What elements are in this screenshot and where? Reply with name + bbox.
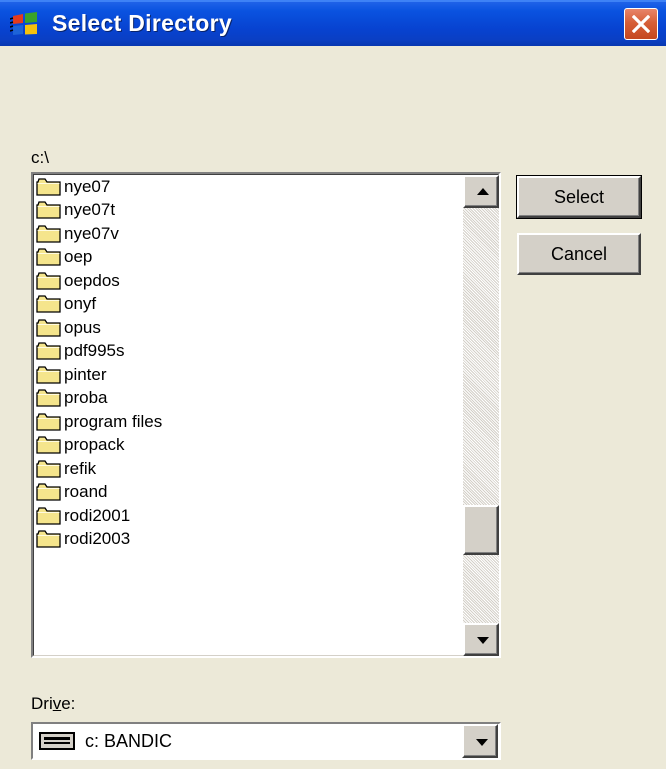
windows-flag-icon	[10, 12, 37, 35]
directory-list: nye07 nye07t nye07v oep oepdos onyf opus pdf995…	[36, 175, 461, 551]
vertical-scrollbar[interactable]	[463, 175, 499, 656]
directory-item[interactable]: onyf	[36, 293, 461, 317]
scroll-up-arrow-icon	[477, 188, 489, 195]
directory-name: oep	[64, 247, 93, 267]
directory-item[interactable]: propack	[36, 434, 461, 458]
directory-name: nye07v	[64, 223, 119, 243]
directory-name: oepdos	[64, 270, 120, 290]
folder-icon	[36, 530, 61, 548]
directory-name: nye07	[64, 176, 111, 196]
folder-icon	[36, 366, 61, 384]
folder-icon	[36, 225, 61, 243]
folder-icon	[36, 389, 61, 407]
chevron-down-icon	[476, 739, 488, 746]
window-title: Select Directory	[52, 10, 232, 36]
folder-icon	[36, 413, 61, 431]
drive-label-accelerator: v	[52, 694, 62, 713]
directory-name: program files	[64, 411, 163, 431]
scroll-down-button[interactable]	[463, 623, 499, 656]
directory-item[interactable]: pinter	[36, 363, 461, 387]
close-button[interactable]	[624, 8, 658, 40]
directory-name: rodi2003	[64, 529, 131, 549]
folder-icon	[36, 436, 61, 454]
directory-item[interactable]: nye07v	[36, 222, 461, 246]
drive-label: Drive:	[31, 694, 75, 714]
directory-item[interactable]: oep	[36, 246, 461, 270]
folder-icon	[36, 342, 61, 360]
folder-icon	[36, 201, 61, 219]
directory-name: refik	[64, 458, 97, 478]
folder-icon	[36, 178, 61, 196]
directory-item[interactable]: refik	[36, 457, 461, 481]
drive-label-part: Dri	[31, 694, 53, 713]
scroll-up-button[interactable]	[463, 175, 499, 208]
drive-label-part: e:	[61, 694, 76, 713]
drive-select[interactable]: c: BANDIC	[31, 722, 501, 760]
directory-item[interactable]: nye07	[36, 175, 461, 199]
directory-name: onyf	[64, 294, 97, 314]
current-path: c:\	[31, 148, 49, 167]
folder-icon	[36, 272, 61, 290]
select-directory-dialog: Select Directory c:\ nye07 nye07t nye07v oe…	[0, 0, 666, 769]
directory-listbox[interactable]: nye07 nye07t nye07v oep oepdos onyf opus pdf995…	[31, 172, 501, 658]
directory-item[interactable]: rodi2003	[36, 528, 461, 552]
folder-icon	[36, 295, 61, 313]
directory-name: rodi2001	[64, 505, 131, 525]
folder-icon	[36, 248, 61, 266]
directory-name: pdf995s	[64, 341, 125, 361]
directory-item[interactable]: program files	[36, 410, 461, 434]
directory-name: proba	[64, 388, 108, 408]
directory-item[interactable]: roand	[36, 481, 461, 505]
directory-item[interactable]: nye07t	[36, 199, 461, 223]
folder-icon	[36, 319, 61, 337]
directory-name: pinter	[64, 364, 107, 384]
directory-name: opus	[64, 317, 101, 337]
directory-item[interactable]: rodi2001	[36, 504, 461, 528]
directory-name: propack	[64, 435, 125, 455]
folder-icon	[36, 460, 61, 478]
scroll-down-arrow-icon	[477, 637, 489, 644]
directory-item[interactable]: opus	[36, 316, 461, 340]
drive-icon	[39, 732, 75, 750]
folder-icon	[36, 507, 61, 525]
directory-name: nye07t	[64, 200, 116, 220]
select-button[interactable]: Select	[516, 175, 642, 219]
directory-item[interactable]: proba	[36, 387, 461, 411]
directory-name: roand	[64, 482, 108, 502]
directory-item[interactable]: pdf995s	[36, 340, 461, 364]
scroll-thumb[interactable]	[463, 505, 499, 555]
cancel-button[interactable]: Cancel	[517, 233, 641, 275]
directory-item[interactable]: oepdos	[36, 269, 461, 293]
close-icon	[632, 15, 650, 33]
drive-dropdown-button[interactable]	[462, 724, 498, 758]
folder-icon	[36, 483, 61, 501]
title-bar[interactable]: Select Directory	[0, 0, 666, 46]
drive-value: c: BANDIC	[85, 731, 173, 751]
